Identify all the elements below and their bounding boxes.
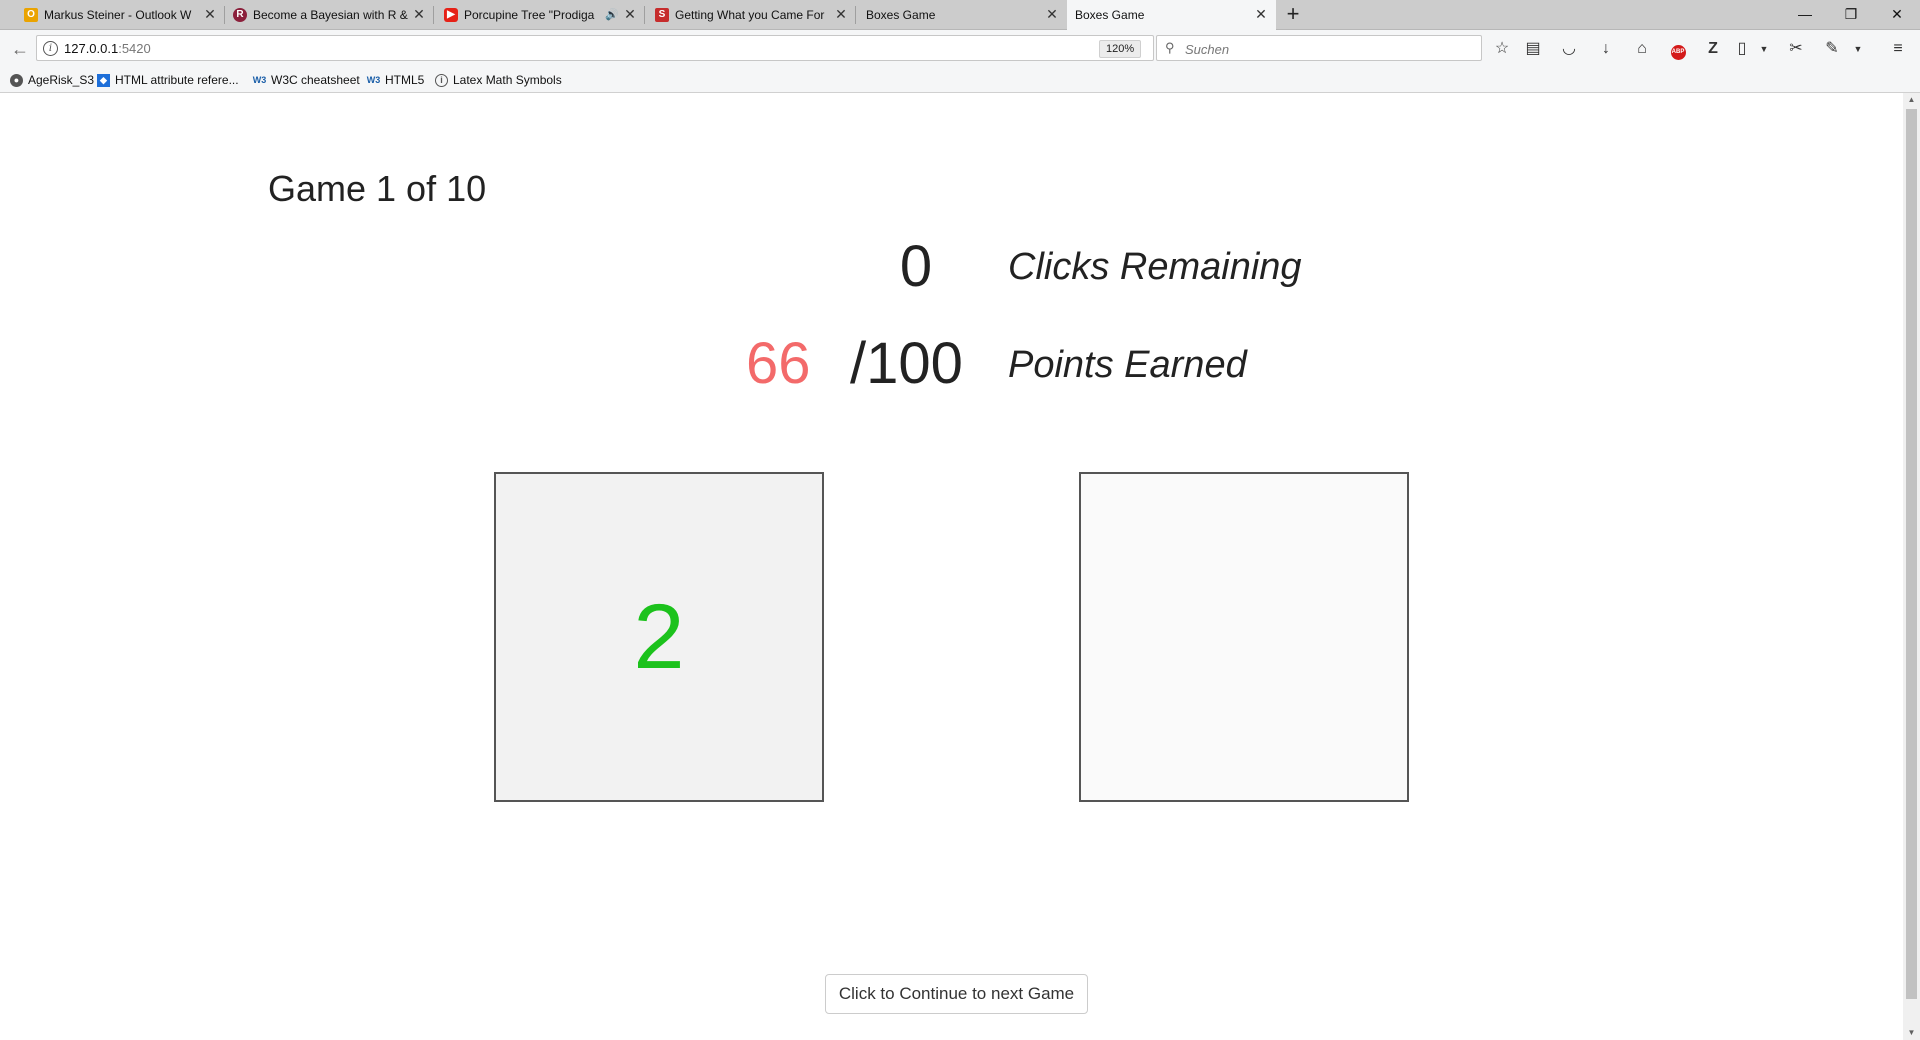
overflow-arrow-icon[interactable]: ▼ [1846, 38, 1870, 60]
w3c-icon: W3 [366, 74, 381, 85]
tab-boxes-game[interactable]: Boxes Game ✕ [858, 0, 1067, 29]
vertical-scrollbar[interactable]: ▲ ▼ [1903, 93, 1920, 1040]
bookmark-html-attribute-reference[interactable]: ◆ HTML attribute refere... [97, 72, 239, 88]
r-icon: R [233, 7, 247, 22]
scrollbar-thumb[interactable] [1906, 109, 1917, 999]
bookmark-label: W3C cheatsheet [271, 73, 360, 87]
tab-getting-what-you-came-for[interactable]: S Getting What you Came For ✕ [647, 0, 856, 29]
download-icon[interactable]: ↓ [1594, 38, 1618, 60]
w3c-icon: W3 [252, 74, 267, 85]
back-arrow-icon[interactable]: ← [8, 38, 32, 60]
scroll-up-icon[interactable]: ▲ [1903, 93, 1920, 107]
bookmark-latex-math-symbols[interactable]: i Latex Math Symbols [435, 72, 562, 88]
tab-title: Porcupine Tree "Prodiga [464, 7, 595, 22]
bookmark-w3c-cheatsheet[interactable]: W3 W3C cheatsheet [253, 72, 360, 88]
url-port: :5420 [118, 41, 151, 56]
extension-icon[interactable]: ✎ [1820, 38, 1844, 60]
tab-separator [433, 6, 434, 24]
tab-strip: O Markus Steiner - Outlook W ✕ R Become … [0, 0, 1920, 30]
close-icon[interactable]: ✕ [1254, 7, 1268, 21]
close-icon[interactable]: ✕ [1045, 7, 1059, 21]
box-right[interactable] [1079, 472, 1409, 802]
search-input[interactable] [1183, 39, 1477, 59]
new-tab-button[interactable]: + [1281, 2, 1305, 26]
bookmark-label: HTML attribute refere... [115, 73, 239, 87]
bookmarks-library-icon[interactable]: ▤ [1521, 38, 1545, 60]
screenshot-icon[interactable]: ✂ [1784, 38, 1808, 60]
youtube-icon: ▶ [444, 7, 458, 22]
search-icon: ⚲ [1165, 40, 1175, 55]
bookmark-label: AgeRisk_S3 [28, 73, 95, 87]
tab-title: Markus Steiner - Outlook W [44, 7, 192, 22]
tab-separator [644, 6, 645, 24]
bookmark-label: Latex Math Symbols [453, 73, 562, 87]
speaker-icon[interactable]: 🔊 [605, 8, 619, 21]
pocket-icon[interactable]: ◡ [1557, 38, 1581, 60]
home-icon[interactable]: ⌂ [1630, 38, 1654, 60]
bookmark-html5[interactable]: W3 HTML5 [366, 72, 425, 88]
continue-button[interactable]: Click to Continue to next Game [825, 974, 1088, 1014]
tab-title: Boxes Game [1075, 8, 1145, 22]
box-left[interactable]: 2 [494, 472, 824, 802]
tab-title: Getting What you Came For [675, 7, 825, 22]
hamburger-menu-icon[interactable]: ≡ [1886, 38, 1910, 60]
window-close-button[interactable]: ✕ [1874, 0, 1920, 29]
s-icon: S [655, 7, 669, 22]
outlook-icon: O [24, 7, 38, 22]
info-icon[interactable]: i [43, 41, 58, 56]
dropdown-arrow-icon[interactable]: ▼ [1752, 38, 1776, 60]
tab-title: Boxes Game [866, 7, 936, 22]
search-bar[interactable]: ⚲ [1156, 35, 1482, 61]
zoom-level[interactable]: 120% [1099, 40, 1142, 58]
address-bar[interactable]: i 127.0.0.1:5420 120% ↻ [36, 35, 1177, 61]
tab-bayesian[interactable]: R Become a Bayesian with R & ✕ [225, 0, 434, 29]
navigation-bar: ← i 127.0.0.1:5420 120% ↻ ⚲ ☆ ▤ ◡ ↓ ⌂ AB… [0, 30, 1920, 68]
close-icon[interactable]: ✕ [412, 7, 426, 21]
minimize-button[interactable]: — [1782, 0, 1828, 29]
tab-title: Become a Bayesian with R & [253, 7, 408, 22]
bookmarks-bar: ● AgeRisk_S3 ◆ HTML attribute refere... … [0, 68, 1920, 93]
page-icon[interactable]: ▯ [1730, 38, 1754, 60]
url-text: 127.0.0.1:5420 [64, 41, 151, 56]
url-host: 127.0.0.1 [64, 41, 119, 56]
bookmark-label: HTML5 [385, 73, 425, 87]
bookmark-star-icon[interactable]: ☆ [1490, 38, 1514, 60]
points-total: /100 [850, 331, 963, 396]
points-earned-label: Points Earned [1008, 344, 1247, 386]
tab-separator [855, 6, 856, 24]
tab-outlook[interactable]: O Markus Steiner - Outlook W ✕ [16, 0, 225, 29]
clicks-remaining-label: Clicks Remaining [1008, 246, 1302, 288]
game-title: Game 1 of 10 [268, 168, 487, 209]
zotero-icon[interactable]: Z [1701, 38, 1725, 60]
box-value: 2 [633, 585, 685, 688]
restore-button[interactable]: ❐ [1828, 0, 1874, 29]
latex-icon: i [435, 73, 448, 87]
clicks-remaining-value: 0 [899, 234, 933, 299]
mdn-icon: ◆ [97, 73, 110, 87]
scroll-down-icon[interactable]: ▼ [1903, 1026, 1920, 1040]
close-icon[interactable]: ✕ [623, 7, 637, 21]
points-earned-value: 66 [746, 331, 811, 396]
globe-icon: ● [10, 73, 23, 87]
tab-porcupine-tree[interactable]: ▶ Porcupine Tree "Prodiga 🔊 ✕ [436, 0, 645, 29]
bookmark-agerisk[interactable]: ● AgeRisk_S3 [10, 72, 94, 88]
close-icon[interactable]: ✕ [834, 7, 848, 21]
close-icon[interactable]: ✕ [203, 7, 217, 21]
adblock-icon[interactable]: ABP [1666, 38, 1690, 60]
tab-boxes-game-active[interactable]: Boxes Game ✕ [1067, 0, 1276, 30]
